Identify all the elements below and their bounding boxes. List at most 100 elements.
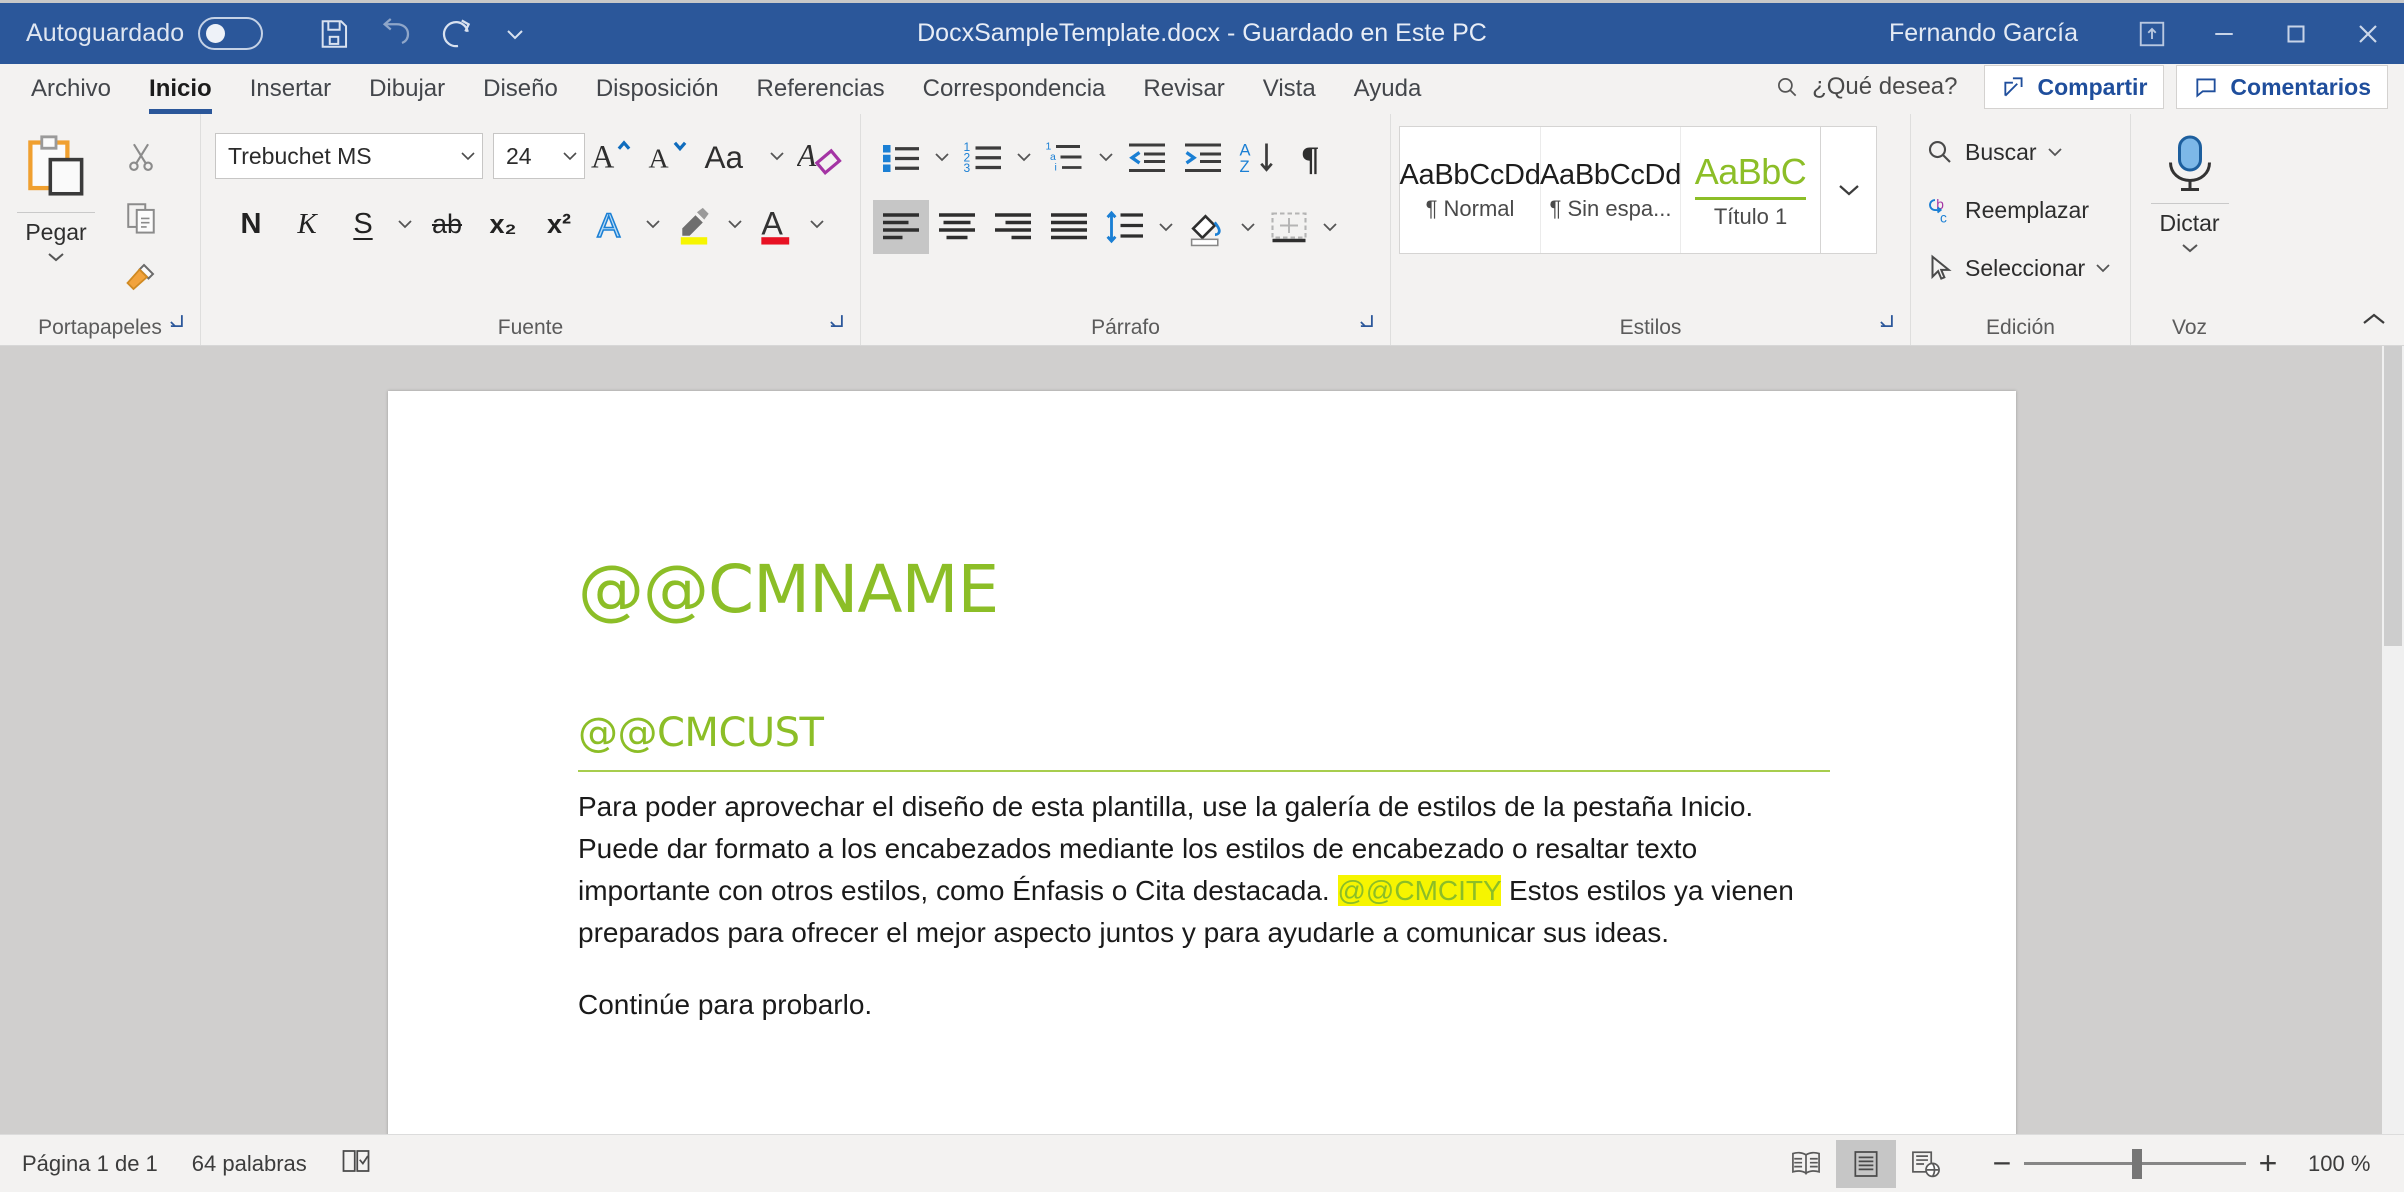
document-page[interactable]: @@CMNAME @@CMCUST Para poder aprovechar … (388, 391, 2016, 1134)
ribbon-display-options-icon[interactable] (2116, 2, 2188, 66)
format-painter-button[interactable] (112, 252, 170, 302)
italic-button[interactable]: K (279, 198, 335, 250)
font-size-combo[interactable]: 24 (493, 133, 585, 179)
bold-button[interactable]: N (223, 198, 279, 250)
tell-me-search[interactable]: ¿Qué desea? (1774, 73, 1958, 101)
font-color-button[interactable]: A (749, 198, 831, 250)
replace-button[interactable]: b c Reemplazar (1921, 184, 2130, 236)
sort-button[interactable]: A Z (1231, 130, 1287, 184)
style-item-normal[interactable]: AaBbCcDd ¶ Normal (1399, 127, 1540, 253)
tab-insertar[interactable]: Insertar (231, 75, 350, 114)
tab-correspondencia[interactable]: Correspondencia (904, 75, 1125, 114)
zoom-slider-thumb[interactable] (2132, 1148, 2142, 1179)
quick-access-more-icon[interactable] (489, 9, 541, 59)
line-spacing-button[interactable] (1097, 200, 1179, 254)
tab-dibujar[interactable]: Dibujar (350, 75, 464, 114)
style-item-sin-espaciado[interactable]: AaBbCcDd ¶ Sin espa... (1540, 127, 1681, 253)
justify-button[interactable] (1041, 200, 1097, 254)
page-info[interactable]: Página 1 de 1 (22, 1151, 158, 1177)
underline-dropdown-icon[interactable] (391, 198, 419, 250)
subscript-button[interactable]: x₂ (475, 198, 531, 250)
paragraph-dialog-launcher-icon[interactable] (1354, 311, 1376, 338)
paste-dropdown-icon[interactable] (47, 249, 65, 267)
word-count[interactable]: 64 palabras (192, 1151, 307, 1177)
user-account-name[interactable]: Fernando García (1889, 19, 2078, 48)
change-case-button[interactable]: Aa (697, 130, 791, 182)
text-highlight-button[interactable] (667, 198, 749, 250)
shading-dropdown-icon[interactable] (1235, 201, 1261, 253)
font-dialog-launcher-icon[interactable] (824, 311, 846, 338)
superscript-button[interactable]: x² (531, 198, 587, 250)
print-layout-button[interactable] (1836, 1139, 1896, 1188)
tab-inicio[interactable]: Inicio (130, 75, 231, 114)
document-canvas[interactable]: @@CMNAME @@CMCUST Para poder aprovechar … (0, 346, 2404, 1134)
tab-vista[interactable]: Vista (1244, 75, 1335, 114)
shrink-font-button[interactable]: A (641, 130, 697, 182)
styles-more-button[interactable] (1821, 126, 1877, 254)
borders-button[interactable] (1261, 200, 1343, 254)
redo-icon[interactable] (427, 9, 489, 59)
align-left-button[interactable] (873, 200, 929, 254)
italic-label: K (297, 207, 317, 240)
find-button[interactable]: Buscar (1921, 126, 2130, 178)
dictate-button[interactable]: Dictar (2134, 122, 2246, 311)
vertical-scrollbar[interactable] (2382, 346, 2404, 1134)
zoom-level-label[interactable]: 100 % (2308, 1151, 2382, 1177)
align-right-button[interactable] (985, 200, 1041, 254)
strikethrough-button[interactable]: ab (419, 198, 475, 250)
highlight-dropdown-icon[interactable] (721, 198, 749, 250)
autosave-toggle[interactable] (198, 17, 264, 50)
tab-diseno[interactable]: Diseño (464, 75, 577, 114)
decrease-indent-button[interactable] (1119, 130, 1175, 184)
multilevel-list-button[interactable]: 1 a i (1037, 130, 1093, 184)
comments-button[interactable]: Comentarios (2176, 65, 2388, 109)
grow-font-button[interactable]: A (585, 130, 641, 182)
zoom-slider[interactable] (2024, 1142, 2246, 1186)
tab-revisar[interactable]: Revisar (1124, 75, 1243, 114)
web-layout-button[interactable] (1896, 1140, 1956, 1188)
bullet-list-dropdown-icon[interactable] (929, 130, 955, 184)
line-spacing-dropdown-icon[interactable] (1153, 201, 1179, 253)
align-center-button[interactable] (929, 200, 985, 254)
cut-button[interactable] (112, 132, 170, 182)
multilevel-list-dropdown-icon[interactable] (1093, 130, 1119, 184)
tab-archivo[interactable]: Archivo (12, 75, 130, 114)
minimize-icon[interactable] (2188, 2, 2260, 66)
numbered-list-button[interactable]: 1 2 3 (955, 130, 1011, 184)
clipboard-dialog-launcher-icon[interactable] (164, 311, 186, 338)
maximize-icon[interactable] (2260, 2, 2332, 66)
font-name-combo[interactable]: Trebuchet MS (215, 133, 483, 179)
bullet-list-button[interactable] (873, 130, 929, 184)
borders-dropdown-icon[interactable] (1317, 201, 1343, 253)
copy-button[interactable] (112, 192, 170, 242)
undo-icon[interactable] (365, 9, 427, 59)
share-button[interactable]: Compartir (1983, 65, 2165, 109)
select-button[interactable]: Seleccionar (1921, 242, 2130, 294)
read-mode-button[interactable] (1776, 1140, 1836, 1188)
shading-button[interactable] (1179, 200, 1261, 254)
zoom-out-button[interactable]: − (1980, 1142, 2024, 1186)
paste-button[interactable]: Pegar (0, 122, 112, 311)
change-case-dropdown-icon[interactable] (763, 130, 791, 182)
show-marks-button[interactable]: ¶ (1287, 130, 1343, 184)
tab-disposicion[interactable]: Disposición (577, 75, 738, 114)
close-icon[interactable] (2332, 2, 2404, 66)
text-effects-button[interactable]: A (587, 198, 667, 250)
proofing-check-icon[interactable] (341, 1147, 371, 1181)
collapse-ribbon-button[interactable] (2354, 301, 2394, 337)
clear-formatting-button[interactable]: A (791, 130, 849, 182)
underline-button[interactable]: S (335, 198, 419, 250)
dictate-dropdown-icon[interactable] (2181, 240, 2199, 258)
font-color-dropdown-icon[interactable] (803, 198, 831, 250)
numbered-list-dropdown-icon[interactable] (1011, 130, 1037, 184)
increase-indent-button[interactable] (1175, 130, 1231, 184)
style-item-titulo-1[interactable]: AaBbC Título 1 (1680, 127, 1820, 253)
zoom-in-button[interactable]: + (2246, 1142, 2290, 1186)
scrollbar-thumb[interactable] (2384, 346, 2402, 646)
text-effects-dropdown-icon[interactable] (639, 198, 667, 250)
save-icon[interactable] (303, 9, 365, 59)
tab-referencias[interactable]: Referencias (738, 75, 904, 114)
autosave-control[interactable]: Autoguardado (26, 17, 264, 50)
styles-dialog-launcher-icon[interactable] (1874, 311, 1896, 338)
tab-ayuda[interactable]: Ayuda (1335, 75, 1441, 114)
